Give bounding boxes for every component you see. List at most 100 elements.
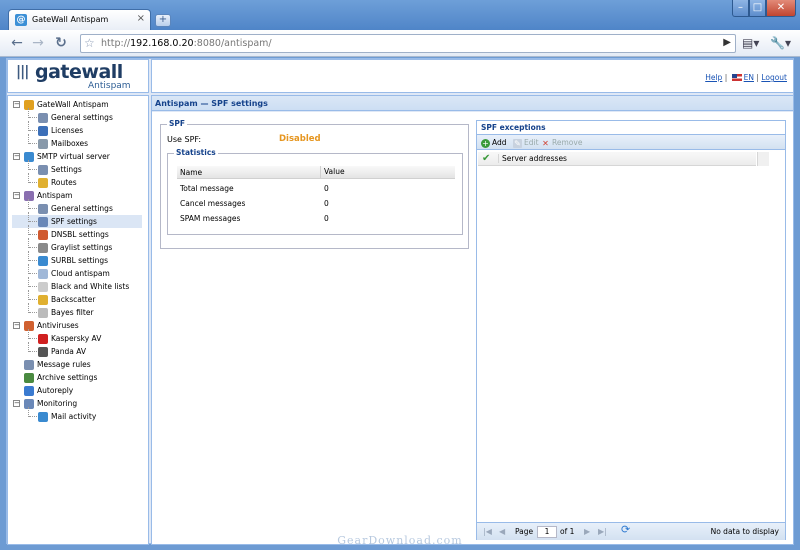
tree-item-label: Antispam [37, 191, 73, 200]
tree-item-antispam[interactable]: − Antispam [12, 189, 142, 202]
tree-item-kaspersky-av[interactable]: Kaspersky AV [12, 329, 142, 345]
tree-item-gatewall-antispam[interactable]: − GateWall Antispam [12, 98, 142, 111]
tree-item-label: DNSBL settings [51, 230, 109, 239]
language-link[interactable]: EN [744, 73, 754, 82]
tree-item-label: Message rules [37, 360, 91, 369]
graylist-icon [38, 243, 48, 253]
scrollbar[interactable] [757, 152, 769, 166]
table-row[interactable]: SPAM messages 0 [177, 211, 455, 226]
watermark: GearDownload.com [337, 534, 463, 547]
edit-button[interactable]: ✎ Edit [513, 137, 539, 149]
forward-icon[interactable]: → [29, 35, 47, 53]
tab-close-icon[interactable]: × [137, 13, 145, 24]
tree-item-bayes-filter[interactable]: Bayes filter [12, 303, 142, 319]
address-bar[interactable]: ☆ http://192.168.0.20:8080/antispam/ ▶ [80, 34, 736, 53]
tree-item-panda-av[interactable]: Panda AV [12, 342, 142, 358]
page-menu-icon[interactable]: ▤▾ [742, 36, 759, 50]
tree-item-label: Routes [51, 178, 77, 187]
routes-icon [38, 178, 48, 188]
help-link[interactable]: Help [705, 73, 722, 82]
tree-item-label: Monitoring [37, 399, 78, 408]
tree-line [29, 143, 37, 144]
add-icon: + [481, 139, 490, 148]
column-name[interactable]: Name [180, 168, 202, 177]
collapse-icon[interactable]: − [13, 322, 20, 329]
new-tab-button[interactable]: + [155, 14, 171, 27]
tree-item-backscatter[interactable]: Backscatter [12, 290, 142, 306]
collapse-icon[interactable]: − [13, 101, 20, 108]
tree-item-general-settings[interactable]: General settings [12, 199, 142, 215]
maximize-button[interactable]: □ [749, 0, 766, 17]
logo-icon: ||| [16, 64, 29, 80]
tree-item-settings[interactable]: Settings [12, 160, 142, 176]
tree-item-antiviruses[interactable]: − Antiviruses [12, 319, 142, 332]
tree-item-archive-settings[interactable]: Archive settings [12, 371, 142, 384]
collapse-icon[interactable]: − [13, 153, 20, 160]
tree-item-mailboxes[interactable]: Mailboxes [12, 134, 142, 150]
tree-item-monitoring[interactable]: − Monitoring [12, 397, 142, 410]
settings-icon [38, 204, 48, 214]
close-window-button[interactable]: ✕ [766, 0, 796, 17]
use-spf-value[interactable]: Disabled [279, 134, 321, 144]
logout-link[interactable]: Logout [761, 73, 787, 82]
tree-item-label: SMTP virtual server [37, 152, 110, 161]
go-icon[interactable]: ▶ [723, 37, 731, 48]
separator: | [756, 73, 759, 82]
main-panel: Antispam — SPF settings SPF Use SPF: Dis… [151, 95, 794, 545]
tree-item-dnsbl-settings[interactable]: DNSBL settings [12, 225, 142, 241]
antispam-icon [24, 191, 34, 201]
statistics-legend: Statistics [174, 148, 218, 157]
bayes-icon [38, 308, 48, 318]
logo-text: gatewall [35, 61, 123, 83]
column-value[interactable]: Value [320, 166, 345, 178]
table-row[interactable]: Cancel messages 0 [177, 196, 455, 211]
list-item[interactable]: ✔ Server addresses [478, 152, 756, 166]
bookmark-star-icon[interactable]: ☆ [84, 36, 95, 50]
tree-item-black-and-white-lists[interactable]: Black and White lists [12, 277, 142, 293]
archive-icon [24, 373, 34, 383]
tree-item-mail-activity[interactable]: Mail activity [12, 407, 142, 423]
rules-icon [24, 360, 34, 370]
tree-item-cloud-antispam[interactable]: Cloud antispam [12, 264, 142, 280]
tree-line [29, 247, 37, 248]
tree-item-label: SURBL settings [51, 256, 109, 265]
minimize-button[interactable]: – [732, 0, 749, 17]
spf-exceptions-title: SPF exceptions [477, 121, 785, 134]
tree-line [29, 169, 37, 170]
tree-item-label: Mail activity [51, 412, 97, 421]
tree-item-label: Backscatter [51, 295, 96, 304]
tree-leaf-connector [13, 374, 20, 381]
tree-item-licenses[interactable]: Licenses [12, 121, 142, 137]
tree-item-surbl-settings[interactable]: SURBL settings [12, 251, 142, 267]
tree-line [29, 299, 37, 300]
kaspersky-icon [38, 334, 48, 344]
us-flag-icon [731, 74, 742, 81]
url-text[interactable]: http://192.168.0.20:8080/antispam/ [101, 38, 272, 49]
table-row[interactable]: Total message 0 [177, 181, 455, 196]
tree-item-general-settings[interactable]: General settings [12, 108, 142, 124]
statistics-fieldset: Statistics Name Value Total message 0 Ca… [167, 148, 463, 235]
back-icon[interactable]: ← [8, 35, 26, 53]
tree-item-graylist-settings[interactable]: Graylist settings [12, 238, 142, 254]
mailbox-icon [38, 139, 48, 149]
row-name: Total message [180, 184, 234, 193]
tree-item-spf-settings[interactable]: SPF settings [12, 212, 142, 228]
tree-item-routes[interactable]: Routes [12, 173, 142, 189]
browser-tab[interactable]: @ GateWall Antispam × [8, 9, 151, 30]
remove-button[interactable]: ✕ Remove [541, 137, 582, 149]
tree-item-autoreply[interactable]: Autoreply [12, 384, 142, 397]
tree-item-label: Kaspersky AV [51, 334, 102, 343]
tree-item-message-rules[interactable]: Message rules [12, 358, 142, 371]
separator: | [724, 73, 728, 82]
reload-icon[interactable]: ↻ [52, 35, 70, 53]
wrench-menu-icon[interactable]: 🔧▾ [770, 36, 791, 50]
collapse-icon[interactable]: − [13, 192, 20, 199]
gear-icon [24, 100, 34, 110]
tree-line [29, 182, 37, 183]
activity-icon [38, 412, 48, 422]
statistics-header: Name Value [177, 166, 455, 179]
tree-item-smtp-virtual-server[interactable]: − SMTP virtual server [12, 150, 142, 163]
favicon-icon: @ [15, 14, 27, 26]
add-button[interactable]: + Add [481, 137, 507, 149]
collapse-icon[interactable]: − [13, 400, 20, 407]
